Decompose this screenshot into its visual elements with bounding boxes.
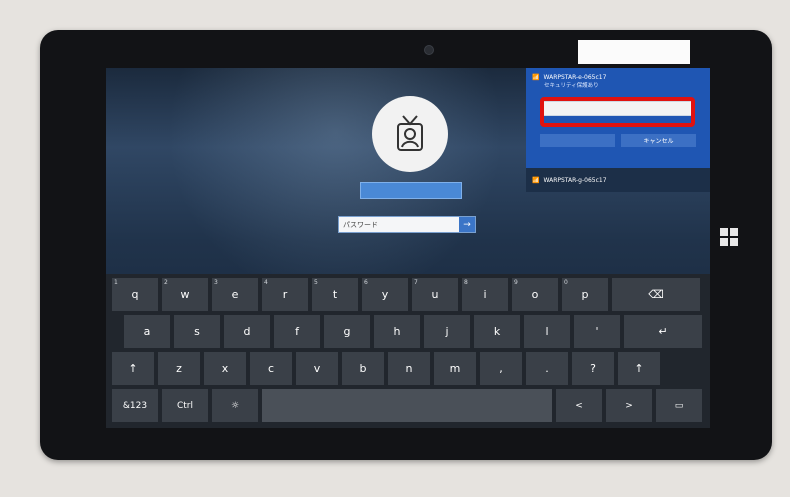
key-.[interactable]: . (526, 352, 568, 385)
key-number-hint: 4 (264, 279, 268, 286)
key-number-hint: 2 (164, 279, 168, 286)
user-avatar (372, 96, 448, 172)
touch-keyboard: q 1 w 2 e 3 r 4 t 5 y 6 u 7 i 8 o 9 p 0 ⌫ a s d f g h j k l ' ↵ ↑ z x c v b… (106, 274, 710, 428)
network-1-name[interactable]: WARPSTAR-e-065c17 (543, 74, 606, 81)
shift-key[interactable]: ↑ (618, 352, 660, 385)
username-field (360, 182, 462, 199)
key-h[interactable]: h (374, 315, 420, 348)
front-camera (424, 45, 434, 55)
key-x[interactable]: x (204, 352, 246, 385)
wifi-icon: 📶 (532, 176, 540, 184)
keyboard-key[interactable]: ▭ (656, 389, 702, 422)
key-k[interactable]: k (474, 315, 520, 348)
key-number-hint: 9 (514, 279, 518, 286)
ctrl-key[interactable]: Ctrl (162, 389, 208, 422)
key-w[interactable]: w2 (162, 278, 208, 311)
network-2-item[interactable]: 📶 WARPSTAR-g-065c17 (526, 168, 710, 192)
key-t[interactable]: t5 (312, 278, 358, 311)
key-z[interactable]: z (158, 352, 200, 385)
key-number-hint: 8 (464, 279, 468, 286)
submit-arrow-button[interactable]: → (459, 217, 475, 232)
space-key[interactable] (262, 389, 552, 422)
key-number-hint: 0 (564, 279, 568, 286)
next-button[interactable] (540, 134, 615, 147)
key-b[interactable]: b (342, 352, 384, 385)
network-2-name: WARPSTAR-g-065c17 (543, 176, 607, 184)
key-a[interactable]: a (124, 315, 170, 348)
key-j[interactable]: j (424, 315, 470, 348)
key-number-hint: 1 (114, 279, 118, 286)
key-number-hint: 5 (314, 279, 318, 286)
enter-key[interactable]: ↵ (624, 315, 702, 348)
key-number-hint: 7 (414, 279, 418, 286)
cancel-button[interactable]: キャンセル (621, 134, 696, 147)
key-number-hint: 6 (364, 279, 368, 286)
key-number-hint: 3 (214, 279, 218, 286)
key-p[interactable]: p0 (562, 278, 608, 311)
key-o[interactable]: o9 (512, 278, 558, 311)
password-placeholder: パスワード (343, 220, 378, 229)
key-i[interactable]: i8 (462, 278, 508, 311)
key-e[interactable]: e3 (212, 278, 258, 311)
key-v[interactable]: v (296, 352, 338, 385)
settings-key[interactable]: ☼ (212, 389, 258, 422)
key-'[interactable]: ' (574, 315, 620, 348)
key-m[interactable]: m (434, 352, 476, 385)
key-y[interactable]: y6 (362, 278, 408, 311)
key-l[interactable]: l (524, 315, 570, 348)
key-s[interactable]: s (174, 315, 220, 348)
network-1-status: セキュリティ保護あり (544, 83, 599, 89)
password-input[interactable]: パスワード → (338, 216, 476, 233)
key-?[interactable]: ? (572, 352, 614, 385)
key-f[interactable]: f (274, 315, 320, 348)
right-arrow-key[interactable]: > (606, 389, 652, 422)
key-q[interactable]: q1 (112, 278, 158, 311)
wifi-icon: 📶 (532, 74, 540, 81)
key-c[interactable]: c (250, 352, 292, 385)
key-r[interactable]: r4 (262, 278, 308, 311)
shift-key[interactable]: ↑ (112, 352, 154, 385)
symbols-key[interactable]: &123 (112, 389, 158, 422)
key-n[interactable]: n (388, 352, 430, 385)
highlight-box (540, 97, 695, 127)
key-u[interactable]: u7 (412, 278, 458, 311)
key-d[interactable]: d (224, 315, 270, 348)
left-arrow-key[interactable]: < (556, 389, 602, 422)
id-badge-icon (397, 115, 423, 151)
key-g[interactable]: g (324, 315, 370, 348)
windows-logo-icon[interactable] (720, 228, 738, 246)
key-,[interactable]: , (480, 352, 522, 385)
backspace-key[interactable]: ⌫ (612, 278, 700, 311)
redacted-label (578, 40, 690, 64)
